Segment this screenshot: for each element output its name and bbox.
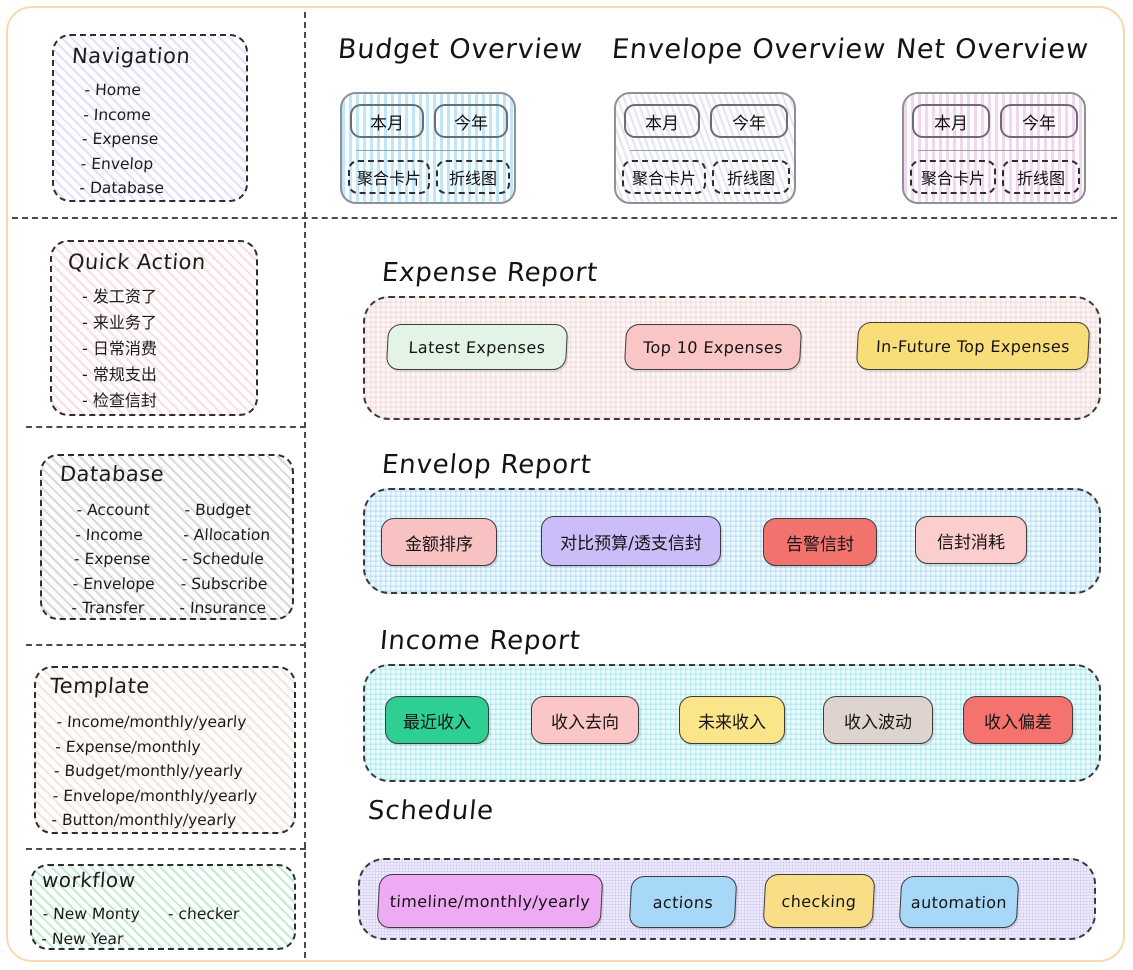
quick-action-item-business[interactable]: - 来业务了 bbox=[82, 310, 157, 336]
net-overview-card: 本月 今年 聚合卡片 折线图 bbox=[902, 92, 1086, 204]
envelope-overview-title: Envelope Overview bbox=[610, 34, 888, 65]
quick-action-item-salary[interactable]: - 发工资了 bbox=[82, 284, 157, 310]
sidebar-item-envelop[interactable]: - Envelop bbox=[80, 152, 166, 177]
pill-future-income[interactable]: 未来收入 bbox=[679, 696, 785, 744]
top-section-divider bbox=[12, 217, 1117, 219]
pill-income-deviation[interactable]: 收入偏差 bbox=[963, 696, 1073, 744]
pill-amount-sort[interactable]: 金额排序 bbox=[381, 518, 497, 566]
navigation-panel: Navigation - Home - Income - Expense - E… bbox=[52, 34, 248, 202]
pill-income-destination[interactable]: 收入去向 bbox=[531, 696, 639, 744]
sidebar-divider-quickaction-database bbox=[26, 426, 306, 428]
template-item-button[interactable]: - Button/monthly/yearly bbox=[51, 808, 257, 833]
workflow-item-checker[interactable]: - checker bbox=[167, 902, 240, 927]
net-card-rule bbox=[918, 150, 1074, 151]
app-frame: Navigation - Home - Income - Expense - E… bbox=[6, 6, 1125, 962]
pill-automation[interactable]: automation bbox=[898, 876, 1020, 928]
sidebar-divider-database-template bbox=[26, 644, 306, 646]
envelope-view-aggregate-card[interactable]: 聚合卡片 bbox=[622, 160, 706, 194]
template-panel: Template - Income/monthly/yearly - Expen… bbox=[34, 666, 296, 834]
database-item-envelope[interactable]: - Envelope bbox=[72, 572, 155, 597]
workflow-title: workflow bbox=[41, 868, 137, 892]
envelope-overview-card: 本月 今年 聚合卡片 折线图 bbox=[614, 92, 796, 204]
quick-action-title: Quick Action bbox=[67, 250, 207, 274]
net-overview-title: Net Overview bbox=[894, 34, 1091, 65]
template-item-budget[interactable]: - Budget/monthly/yearly bbox=[53, 759, 259, 784]
budget-overview-title: Budget Overview bbox=[336, 34, 585, 65]
database-list-col1: - Account - Income - Expense - Envelope … bbox=[71, 498, 159, 621]
expense-report-box: Latest Expenses Top 10 Expenses In-Futur… bbox=[363, 296, 1101, 420]
schedule-box: timeline/monthly/yearly actions checking… bbox=[358, 858, 1096, 940]
database-item-subscribe[interactable]: - Subscribe bbox=[180, 572, 268, 597]
pill-top10-expenses[interactable]: Top 10 Expenses bbox=[623, 324, 803, 370]
pill-timeline-monthly-yearly[interactable]: timeline/monthly/yearly bbox=[376, 874, 604, 928]
net-range-month[interactable]: 本月 bbox=[912, 104, 990, 138]
sidebar-divider-vertical bbox=[304, 12, 306, 958]
sidebar-divider-template-workflow bbox=[26, 848, 306, 850]
database-panel: Database - Account - Income - Expense - … bbox=[40, 454, 294, 620]
envelop-report-box: 金额排序 对比预算/透支信封 告警信封 信封消耗 bbox=[363, 488, 1101, 594]
quick-action-item-check-envelope[interactable]: - 检查信封 bbox=[82, 388, 157, 414]
pill-latest-expenses[interactable]: Latest Expenses bbox=[385, 324, 569, 370]
budget-card-rule bbox=[356, 150, 504, 151]
expense-report-title: Expense Report bbox=[380, 258, 600, 288]
navigation-title: Navigation bbox=[71, 44, 192, 68]
envelop-report-title: Envelop Report bbox=[380, 450, 593, 480]
quick-action-item-daily[interactable]: - 日常消费 bbox=[82, 336, 157, 362]
sidebar-item-income[interactable]: - Income bbox=[83, 103, 169, 128]
template-list: - Income/monthly/yearly - Expense/monthl… bbox=[51, 710, 262, 833]
database-item-expense[interactable]: - Expense bbox=[73, 547, 156, 572]
quick-action-list: - 发工资了 - 来业务了 - 日常消费 - 常规支出 - 检查信封 bbox=[82, 284, 157, 414]
schedule-title: Schedule bbox=[366, 796, 496, 826]
net-view-line-chart[interactable]: 折线图 bbox=[1002, 160, 1080, 194]
budget-view-aggregate-card[interactable]: 聚合卡片 bbox=[348, 160, 430, 194]
pill-actions[interactable]: actions bbox=[628, 876, 738, 928]
envelope-view-line-chart[interactable]: 折线图 bbox=[712, 160, 790, 194]
budget-range-year[interactable]: 今年 bbox=[434, 104, 508, 138]
workflow-item-new-year[interactable]: - New Year bbox=[41, 927, 139, 952]
quick-action-item-regular[interactable]: - 常规支出 bbox=[82, 362, 157, 388]
database-item-schedule[interactable]: - Schedule bbox=[181, 547, 269, 572]
workflow-item-new-monty[interactable]: - New Monty bbox=[42, 902, 140, 927]
pill-compare-budget-overdraft[interactable]: 对比预算/透支信封 bbox=[541, 516, 721, 566]
database-item-budget[interactable]: - Budget bbox=[184, 498, 272, 523]
database-item-income[interactable]: - Income bbox=[75, 523, 158, 548]
budget-view-line-chart[interactable]: 折线图 bbox=[436, 160, 510, 194]
pill-income-volatility[interactable]: 收入波动 bbox=[823, 696, 933, 744]
pill-checking[interactable]: checking bbox=[762, 874, 876, 928]
net-range-year[interactable]: 今年 bbox=[1000, 104, 1078, 138]
envelope-range-year[interactable]: 今年 bbox=[710, 104, 788, 138]
pill-envelope-consumption[interactable]: 信封消耗 bbox=[915, 516, 1027, 564]
template-title: Template bbox=[49, 674, 151, 698]
net-view-aggregate-card[interactable]: 聚合卡片 bbox=[910, 160, 996, 194]
workflow-list-col1: - New Monty - New Year bbox=[41, 902, 141, 951]
pill-recent-income[interactable]: 最近收入 bbox=[385, 696, 489, 744]
template-item-expense[interactable]: - Expense/monthly bbox=[55, 735, 261, 760]
database-item-transfer[interactable]: - Transfer bbox=[71, 596, 154, 621]
database-item-account[interactable]: - Account bbox=[76, 498, 159, 523]
workflow-list-col2: - checker bbox=[167, 902, 240, 927]
budget-range-month[interactable]: 本月 bbox=[350, 104, 424, 138]
sidebar-item-expense[interactable]: - Expense bbox=[81, 127, 167, 152]
template-item-envelope[interactable]: - Envelope/monthly/yearly bbox=[52, 784, 258, 809]
budget-overview-card: 本月 今年 聚合卡片 折线图 bbox=[340, 92, 516, 204]
navigation-list: - Home - Income - Expense - Envelop - Da… bbox=[79, 78, 170, 201]
database-title: Database bbox=[59, 462, 166, 486]
envelope-card-rule bbox=[630, 150, 784, 151]
quick-action-panel: Quick Action - 发工资了 - 来业务了 - 日常消费 - 常规支出… bbox=[50, 240, 258, 416]
income-report-title: Income Report bbox=[378, 626, 582, 656]
workflow-panel: workflow - New Monty - New Year - checke… bbox=[30, 864, 296, 950]
income-report-box: 最近收入 收入去向 未来收入 收入波动 收入偏差 bbox=[363, 664, 1101, 782]
database-list-col2: - Budget - Allocation - Schedule - Subsc… bbox=[179, 498, 272, 621]
envelope-range-month[interactable]: 本月 bbox=[624, 104, 700, 138]
sidebar-item-home[interactable]: - Home bbox=[84, 78, 170, 103]
pill-alert-envelope[interactable]: 告警信封 bbox=[763, 518, 877, 566]
sidebar-item-database[interactable]: - Database bbox=[79, 176, 165, 201]
template-item-income[interactable]: - Income/monthly/yearly bbox=[56, 710, 262, 735]
database-item-insurance[interactable]: - Insurance bbox=[179, 596, 267, 621]
pill-in-future-top-expenses[interactable]: In-Future Top Expenses bbox=[855, 322, 1091, 370]
database-item-allocation[interactable]: - Allocation bbox=[183, 523, 271, 548]
